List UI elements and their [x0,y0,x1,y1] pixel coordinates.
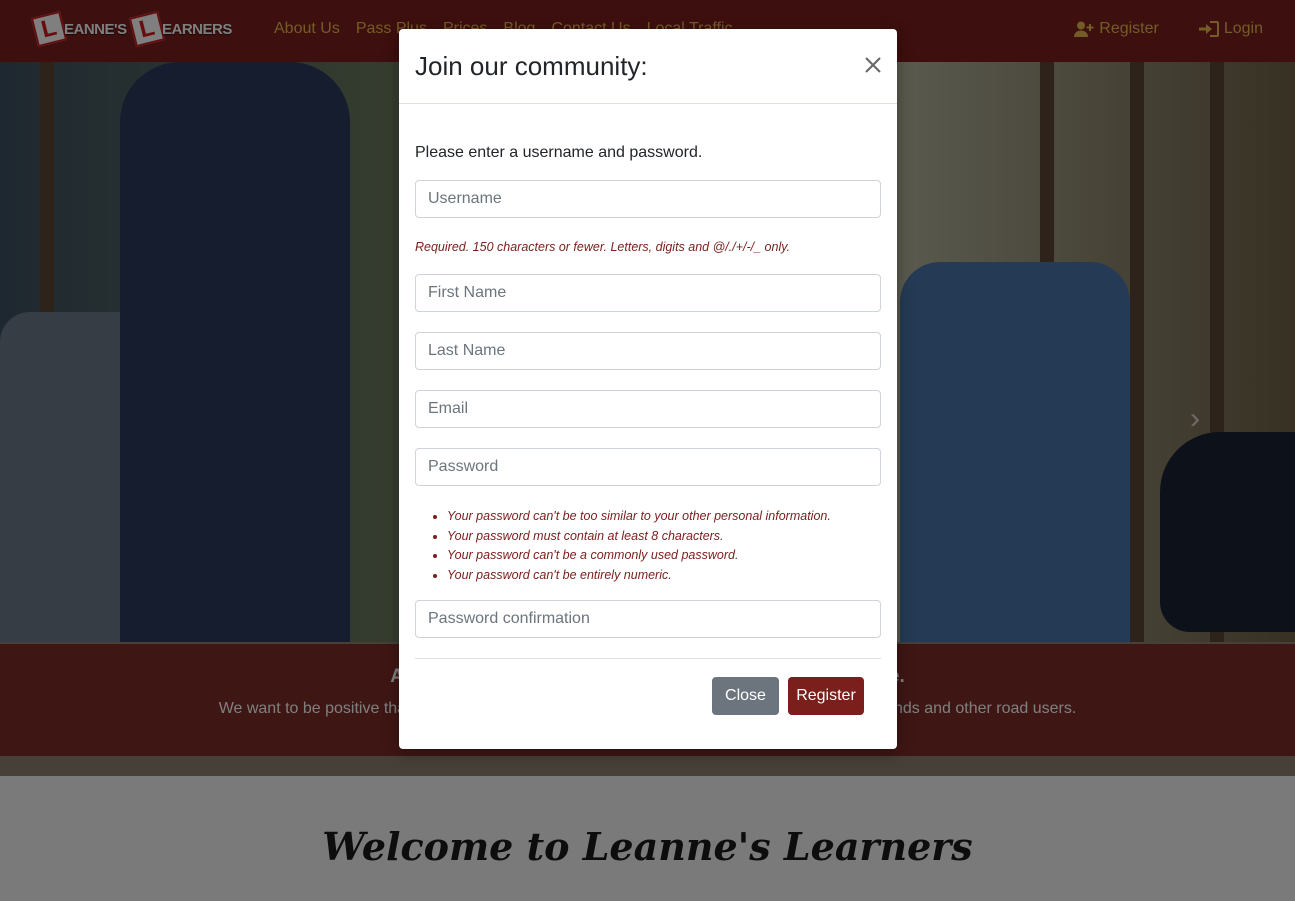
password-help-item: Your password must contain at least 8 ch… [447,527,831,547]
email-input[interactable] [415,390,881,428]
modal-header: Join our community: [399,29,897,104]
register-button[interactable]: Register [788,677,864,715]
modal-footer-divider [415,658,881,659]
password-help-item: Your password can't be too similar to yo… [447,507,831,527]
username-input[interactable] [415,180,881,218]
close-icon[interactable] [863,55,883,75]
password-help-item: Your password can't be a commonly used p… [447,546,831,566]
username-help: Required. 150 characters or fewer. Lette… [415,240,791,254]
password-input[interactable] [415,448,881,486]
password-help-list: Your password can't be too similar to yo… [415,507,831,585]
register-modal: Join our community: Please enter a usern… [399,29,897,749]
close-button[interactable]: Close [712,677,779,715]
last-name-input[interactable] [415,332,881,370]
modal-title: Join our community: [415,51,648,81]
password-confirmation-input[interactable] [415,600,881,638]
modal-intro: Please enter a username and password. [415,144,703,161]
password-help-item: Your password can't be entirely numeric. [447,566,831,586]
first-name-input[interactable] [415,274,881,312]
